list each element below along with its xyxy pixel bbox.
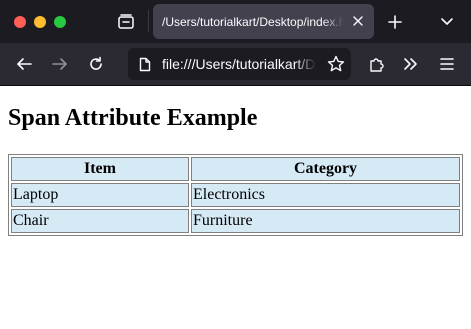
- close-icon[interactable]: [350, 13, 366, 29]
- tab-divider: [148, 10, 149, 32]
- back-arrow-icon[interactable]: [12, 52, 36, 76]
- data-table: Item Category Laptop Electronics Chair F…: [8, 154, 463, 236]
- table-header-row: Item Category: [11, 157, 460, 181]
- window-close-button[interactable]: [14, 16, 26, 28]
- window-minimize-button[interactable]: [34, 16, 46, 28]
- active-tab[interactable]: /Users/tutorialkart/Desktop/index.html: [153, 4, 374, 39]
- tab-strip: /Users/tutorialkart/Desktop/index.html: [0, 0, 471, 43]
- address-bar[interactable]: file:///Users/tutorialkart/Desktop/index…: [128, 48, 351, 80]
- double-chevron-icon[interactable]: [398, 52, 422, 76]
- puzzle-icon[interactable]: [364, 52, 388, 76]
- table-cell: Laptop: [11, 183, 189, 207]
- table-cell: Furniture: [191, 209, 460, 233]
- table-row: Laptop Electronics: [11, 183, 460, 207]
- forward-arrow-icon[interactable]: [48, 52, 72, 76]
- hamburger-icon[interactable]: [435, 52, 459, 76]
- table-header-category: Category: [191, 157, 460, 181]
- tab-groups-icon[interactable]: [112, 10, 140, 34]
- chevron-down-icon[interactable]: [436, 11, 458, 33]
- url-text[interactable]: file:///Users/tutorialkart/Desktop/index…: [162, 48, 316, 80]
- window-maximize-button[interactable]: [54, 16, 66, 28]
- page-icon: [136, 55, 154, 73]
- star-icon[interactable]: [325, 53, 347, 75]
- table-header-item: Item: [11, 157, 189, 181]
- plus-icon[interactable]: [384, 11, 406, 33]
- table-cell: Electronics: [191, 183, 460, 207]
- table-cell: Chair: [11, 209, 189, 233]
- table-row: Chair Furniture: [11, 209, 460, 233]
- page-content: Span Attribute Example Item Category Lap…: [0, 86, 471, 329]
- reload-icon[interactable]: [84, 52, 108, 76]
- page-heading: Span Attribute Example: [8, 105, 258, 131]
- navigation-toolbar: file:///Users/tutorialkart/Desktop/index…: [0, 43, 471, 86]
- tab-title: /Users/tutorialkart/Desktop/index.html: [162, 14, 344, 29]
